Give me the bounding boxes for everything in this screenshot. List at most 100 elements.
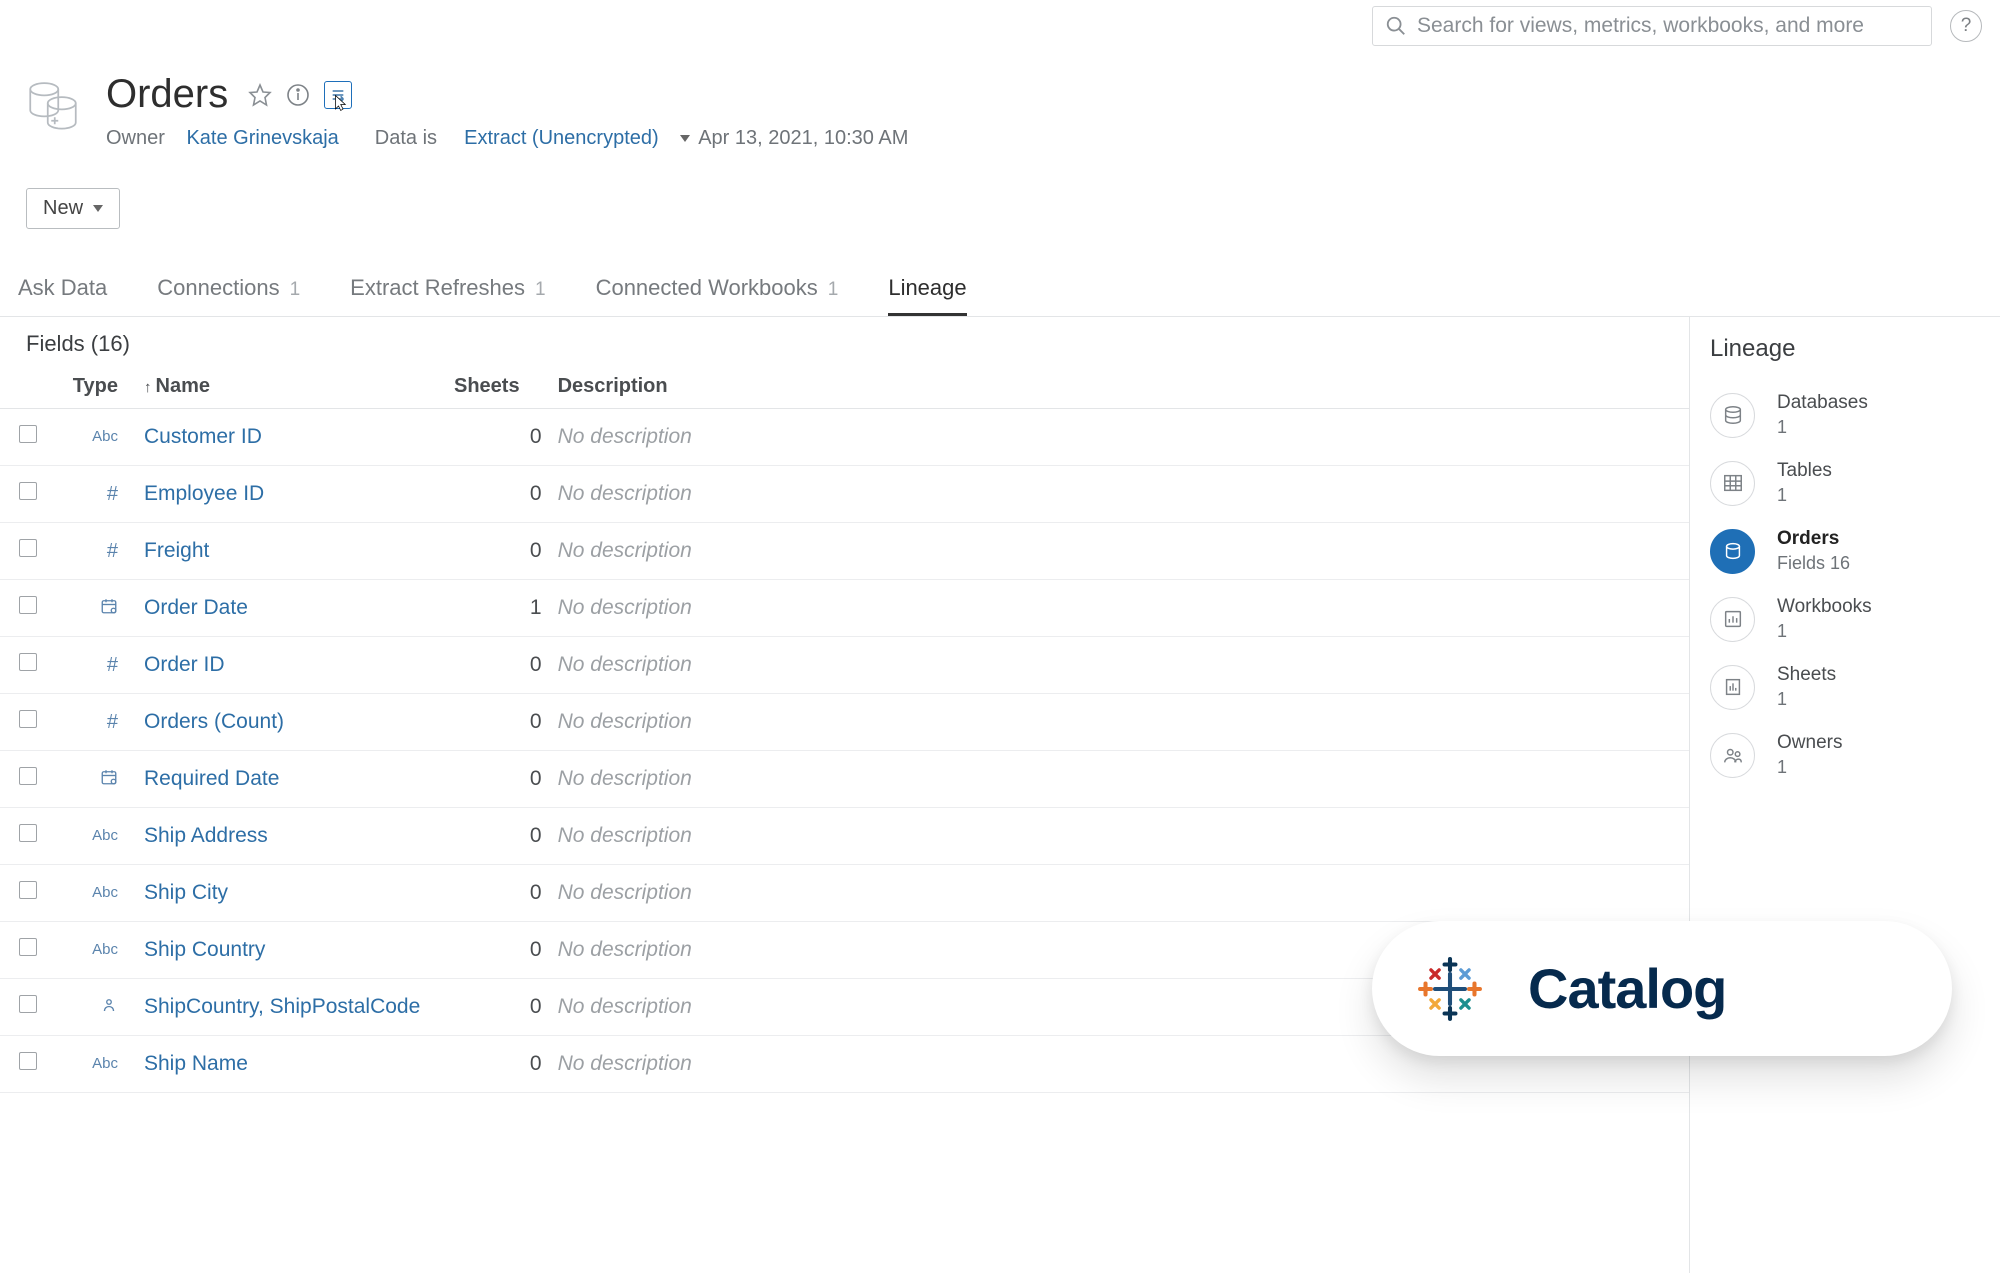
field-description: No description xyxy=(550,637,1689,694)
new-button[interactable]: New xyxy=(26,188,120,229)
field-sheets-count: 0 xyxy=(446,466,550,523)
lineage-label: Workbooks xyxy=(1777,595,1872,620)
field-description: No description xyxy=(550,751,1689,808)
lineage-node-workbooks[interactable]: Workbooks1 xyxy=(1710,587,1988,651)
table-row: AbcShip City0No description xyxy=(0,865,1689,922)
table-row: #Freight0No description xyxy=(0,523,1689,580)
field-type-icon xyxy=(56,979,136,1036)
search-icon xyxy=(1385,15,1407,37)
field-type-icon: # xyxy=(56,466,136,523)
field-type-icon: # xyxy=(56,637,136,694)
lineage-label: Owners xyxy=(1777,731,1842,756)
field-name-link[interactable]: Orders (Count) xyxy=(144,710,284,733)
row-checkbox[interactable] xyxy=(19,824,37,842)
field-name-link[interactable]: Customer ID xyxy=(144,425,262,448)
field-sheets-count: 0 xyxy=(446,694,550,751)
tab-ask-data[interactable]: Ask Data xyxy=(18,275,107,316)
field-name-link[interactable]: Freight xyxy=(144,539,209,562)
lineage-count: Fields 16 xyxy=(1777,552,1850,575)
owner-label: Owner xyxy=(106,127,165,150)
field-type-icon: Abc xyxy=(56,865,136,922)
field-name-link[interactable]: ShipCountry, ShipPostalCode xyxy=(144,995,420,1018)
row-checkbox[interactable] xyxy=(19,767,37,785)
sheet-icon xyxy=(1710,665,1755,710)
extract-type-link[interactable]: Extract (Unencrypted) xyxy=(464,127,659,150)
row-checkbox[interactable] xyxy=(19,938,37,956)
field-type-icon: # xyxy=(56,523,136,580)
field-sheets-count: 0 xyxy=(446,922,550,979)
database-icon xyxy=(1710,393,1755,438)
lineage-node-tables[interactable]: Tables1 xyxy=(1710,451,1988,515)
sort-asc-icon: ↑ xyxy=(144,379,152,396)
lineage-node-sheets[interactable]: Sheets1 xyxy=(1710,655,1988,719)
field-type-icon: Abc xyxy=(56,922,136,979)
table-row: AbcShip Address0No description xyxy=(0,808,1689,865)
favorite-star-icon[interactable] xyxy=(248,83,272,107)
field-description: No description xyxy=(550,409,1689,466)
field-name-link[interactable]: Ship Address xyxy=(144,824,268,847)
row-checkbox[interactable] xyxy=(19,425,37,443)
more-actions-icon[interactable] xyxy=(324,81,352,109)
row-checkbox[interactable] xyxy=(19,653,37,671)
field-sheets-count: 0 xyxy=(446,808,550,865)
data-is-label: Data is xyxy=(375,127,437,150)
field-name-link[interactable]: Ship Name xyxy=(144,1052,248,1075)
col-name[interactable]: ↑Name xyxy=(136,365,446,409)
chevron-down-icon xyxy=(93,205,103,212)
row-checkbox[interactable] xyxy=(19,710,37,728)
field-description: No description xyxy=(550,523,1689,580)
lineage-label: Tables xyxy=(1777,459,1832,484)
row-checkbox[interactable] xyxy=(19,995,37,1013)
lineage-list: Databases1Tables1OrdersFields 16Workbook… xyxy=(1710,383,1988,787)
field-type-icon: Abc xyxy=(56,808,136,865)
row-checkbox[interactable] xyxy=(19,881,37,899)
row-checkbox[interactable] xyxy=(19,539,37,557)
field-name-link[interactable]: Order Date xyxy=(144,596,248,619)
datasource-icon xyxy=(1710,529,1755,574)
row-checkbox[interactable] xyxy=(19,482,37,500)
extract-timestamp: Apr 13, 2021, 10:30 AM xyxy=(698,127,908,150)
col-description[interactable]: Description xyxy=(550,365,1689,409)
lineage-count: 1 xyxy=(1777,620,1872,643)
table-row: #Orders (Count)0No description xyxy=(0,694,1689,751)
lineage-node-databases[interactable]: Databases1 xyxy=(1710,383,1988,447)
tableau-logo-icon xyxy=(1416,955,1484,1023)
field-name-link[interactable]: Required Date xyxy=(144,767,279,790)
tab-lineage[interactable]: Lineage xyxy=(888,275,966,316)
table-row: Required Date 0No description xyxy=(0,751,1689,808)
col-sheets[interactable]: Sheets xyxy=(446,365,550,409)
field-type-icon: Abc xyxy=(56,1036,136,1093)
table-icon xyxy=(1710,461,1755,506)
lineage-label: Sheets xyxy=(1777,663,1836,688)
owners-icon xyxy=(1710,733,1755,778)
lineage-count: 1 xyxy=(1777,484,1832,507)
field-name-link[interactable]: Order ID xyxy=(144,653,225,676)
chevron-down-icon[interactable] xyxy=(680,135,690,142)
help-icon[interactable]: ? xyxy=(1950,10,1982,42)
row-checkbox[interactable] xyxy=(19,1052,37,1070)
table-row: # Order ID 0No description xyxy=(0,637,1689,694)
field-type-icon xyxy=(56,580,136,637)
tab-extract-refreshes[interactable]: Extract Refreshes1 xyxy=(350,275,545,316)
owner-link[interactable]: Kate Grinevskaja xyxy=(186,127,338,150)
lineage-node-owners[interactable]: Owners1 xyxy=(1710,723,1988,787)
row-checkbox[interactable] xyxy=(19,596,37,614)
datasource-icon xyxy=(24,76,82,134)
field-sheets-count: 1 xyxy=(446,580,550,637)
field-sheets-count: 0 xyxy=(446,751,550,808)
field-name-link[interactable]: Employee ID xyxy=(144,482,264,505)
info-icon[interactable] xyxy=(286,83,310,107)
col-type[interactable]: Type xyxy=(56,365,136,409)
field-name-link[interactable]: Ship City xyxy=(144,881,228,904)
search-box[interactable] xyxy=(1372,6,1932,46)
lineage-node-orders[interactable]: OrdersFields 16 xyxy=(1710,519,1988,583)
catalog-label: Catalog xyxy=(1528,956,1726,1021)
tab-connections[interactable]: Connections1 xyxy=(157,275,300,316)
field-sheets-count: 0 xyxy=(446,637,550,694)
workbook-icon xyxy=(1710,597,1755,642)
tab-connected-workbooks[interactable]: Connected Workbooks1 xyxy=(596,275,839,316)
field-description: No description xyxy=(550,694,1689,751)
search-input[interactable] xyxy=(1417,14,1919,38)
catalog-overlay: Catalog xyxy=(1372,921,1952,1056)
field-name-link[interactable]: Ship Country xyxy=(144,938,265,961)
